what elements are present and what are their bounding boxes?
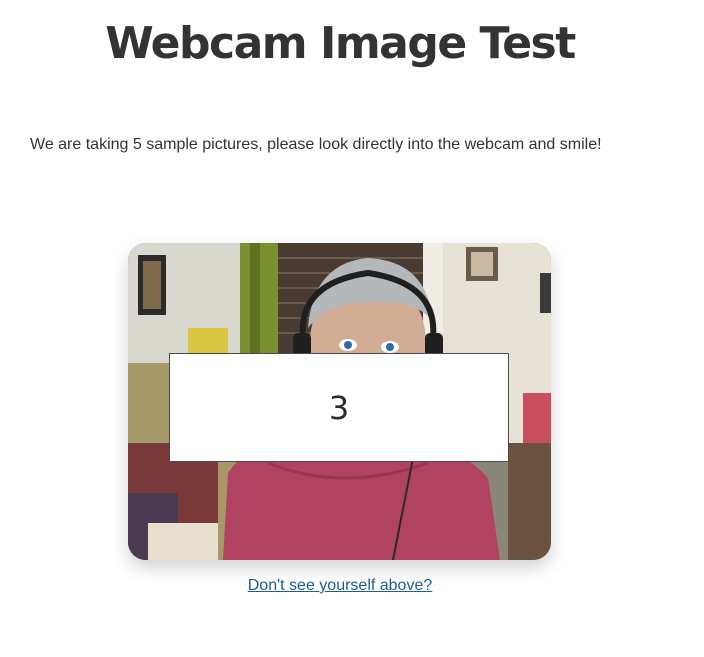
countdown-overlay: 3 xyxy=(169,353,509,462)
instructions-text: We are taking 5 sample pictures, please … xyxy=(30,136,602,153)
webcam-test-page: Webcam Image Test We are taking 5 sample… xyxy=(0,0,704,657)
webcam-preview: 3 xyxy=(128,243,551,560)
page-title: Webcam Image Test xyxy=(105,18,576,69)
countdown-number: 3 xyxy=(328,388,350,427)
dont-see-yourself-link[interactable]: Don't see yourself above? xyxy=(0,577,680,595)
